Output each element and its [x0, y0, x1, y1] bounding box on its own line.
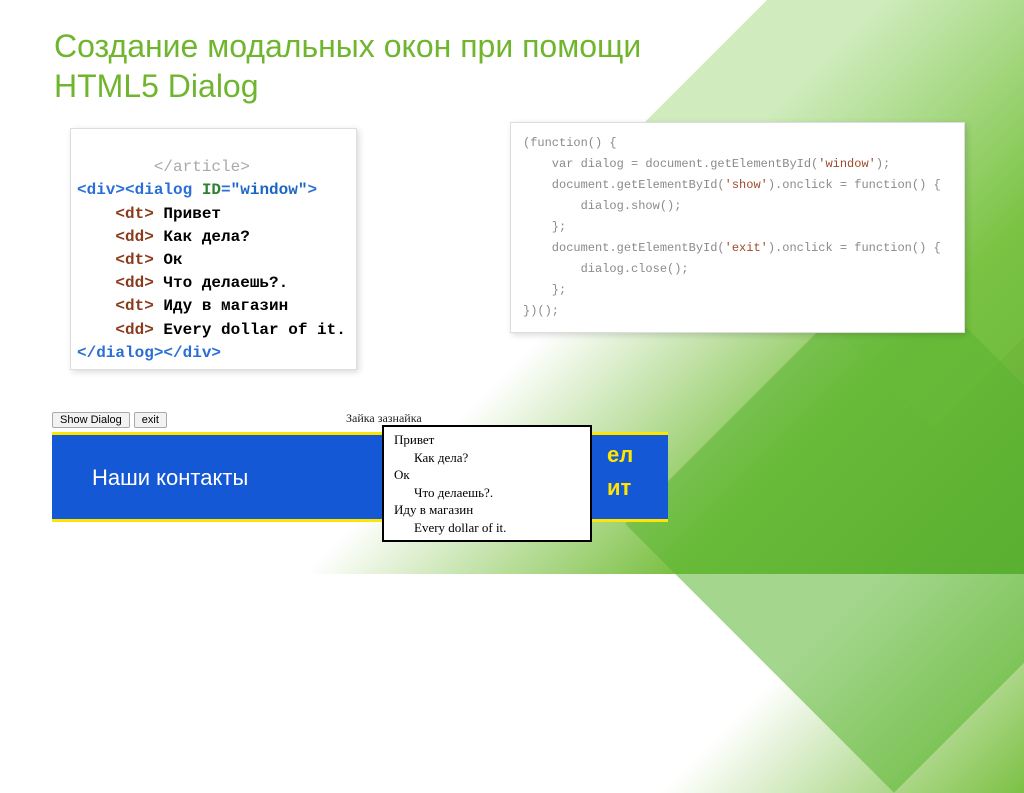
code-tag: <div>	[77, 181, 125, 199]
bg-triangle	[625, 255, 1024, 792]
show-dialog-button[interactable]: Show Dialog	[52, 412, 130, 428]
demo-buttons: Show Dialog exit	[52, 412, 167, 428]
code-tag: <dialog	[125, 181, 202, 199]
code-line: </article>	[77, 158, 250, 176]
code-string: "window"	[231, 181, 308, 199]
dialog-preview: Привет Как дела? Ок Что делаешь?. Иду в …	[382, 425, 592, 542]
code-block-html: </article> <div><dialog ID="window"> <dt…	[70, 128, 357, 370]
dialog-dd: Что делаешь?.	[394, 484, 580, 502]
code-tag: <dd>	[115, 228, 153, 246]
exit-button[interactable]: exit	[134, 412, 167, 428]
header-small-text: Зайка зазнайка	[346, 411, 422, 426]
code-tag: </dialog>	[77, 344, 163, 362]
title-line1: Создание модальных окон при помощи	[54, 28, 641, 64]
dialog-dt: Иду в магазин	[394, 501, 580, 519]
code-line: (function() {	[523, 136, 617, 150]
code-block-js: (function() { var dialog = document.getE…	[510, 122, 965, 333]
dialog-dt: Привет	[394, 431, 580, 449]
code-tag: <dt>	[115, 297, 153, 315]
yellow-fragment: елит	[607, 438, 633, 504]
code-tag: <dd>	[115, 274, 153, 292]
code-tag: <dt>	[115, 205, 153, 223]
slide-title: Создание модальных окон при помощи HTML5…	[54, 26, 641, 106]
dialog-dd: Every dollar of it.	[394, 519, 580, 537]
dialog-dd: Как дела?	[394, 449, 580, 467]
dialog-dt: Ок	[394, 466, 580, 484]
code-tag: <dd>	[115, 321, 153, 339]
code-tag: </div>	[163, 344, 221, 362]
code-attr: ID	[202, 181, 221, 199]
title-line2: HTML5 Dialog	[54, 68, 259, 104]
contacts-label: Наши контакты	[92, 465, 248, 491]
code-tag: <dt>	[115, 251, 153, 269]
